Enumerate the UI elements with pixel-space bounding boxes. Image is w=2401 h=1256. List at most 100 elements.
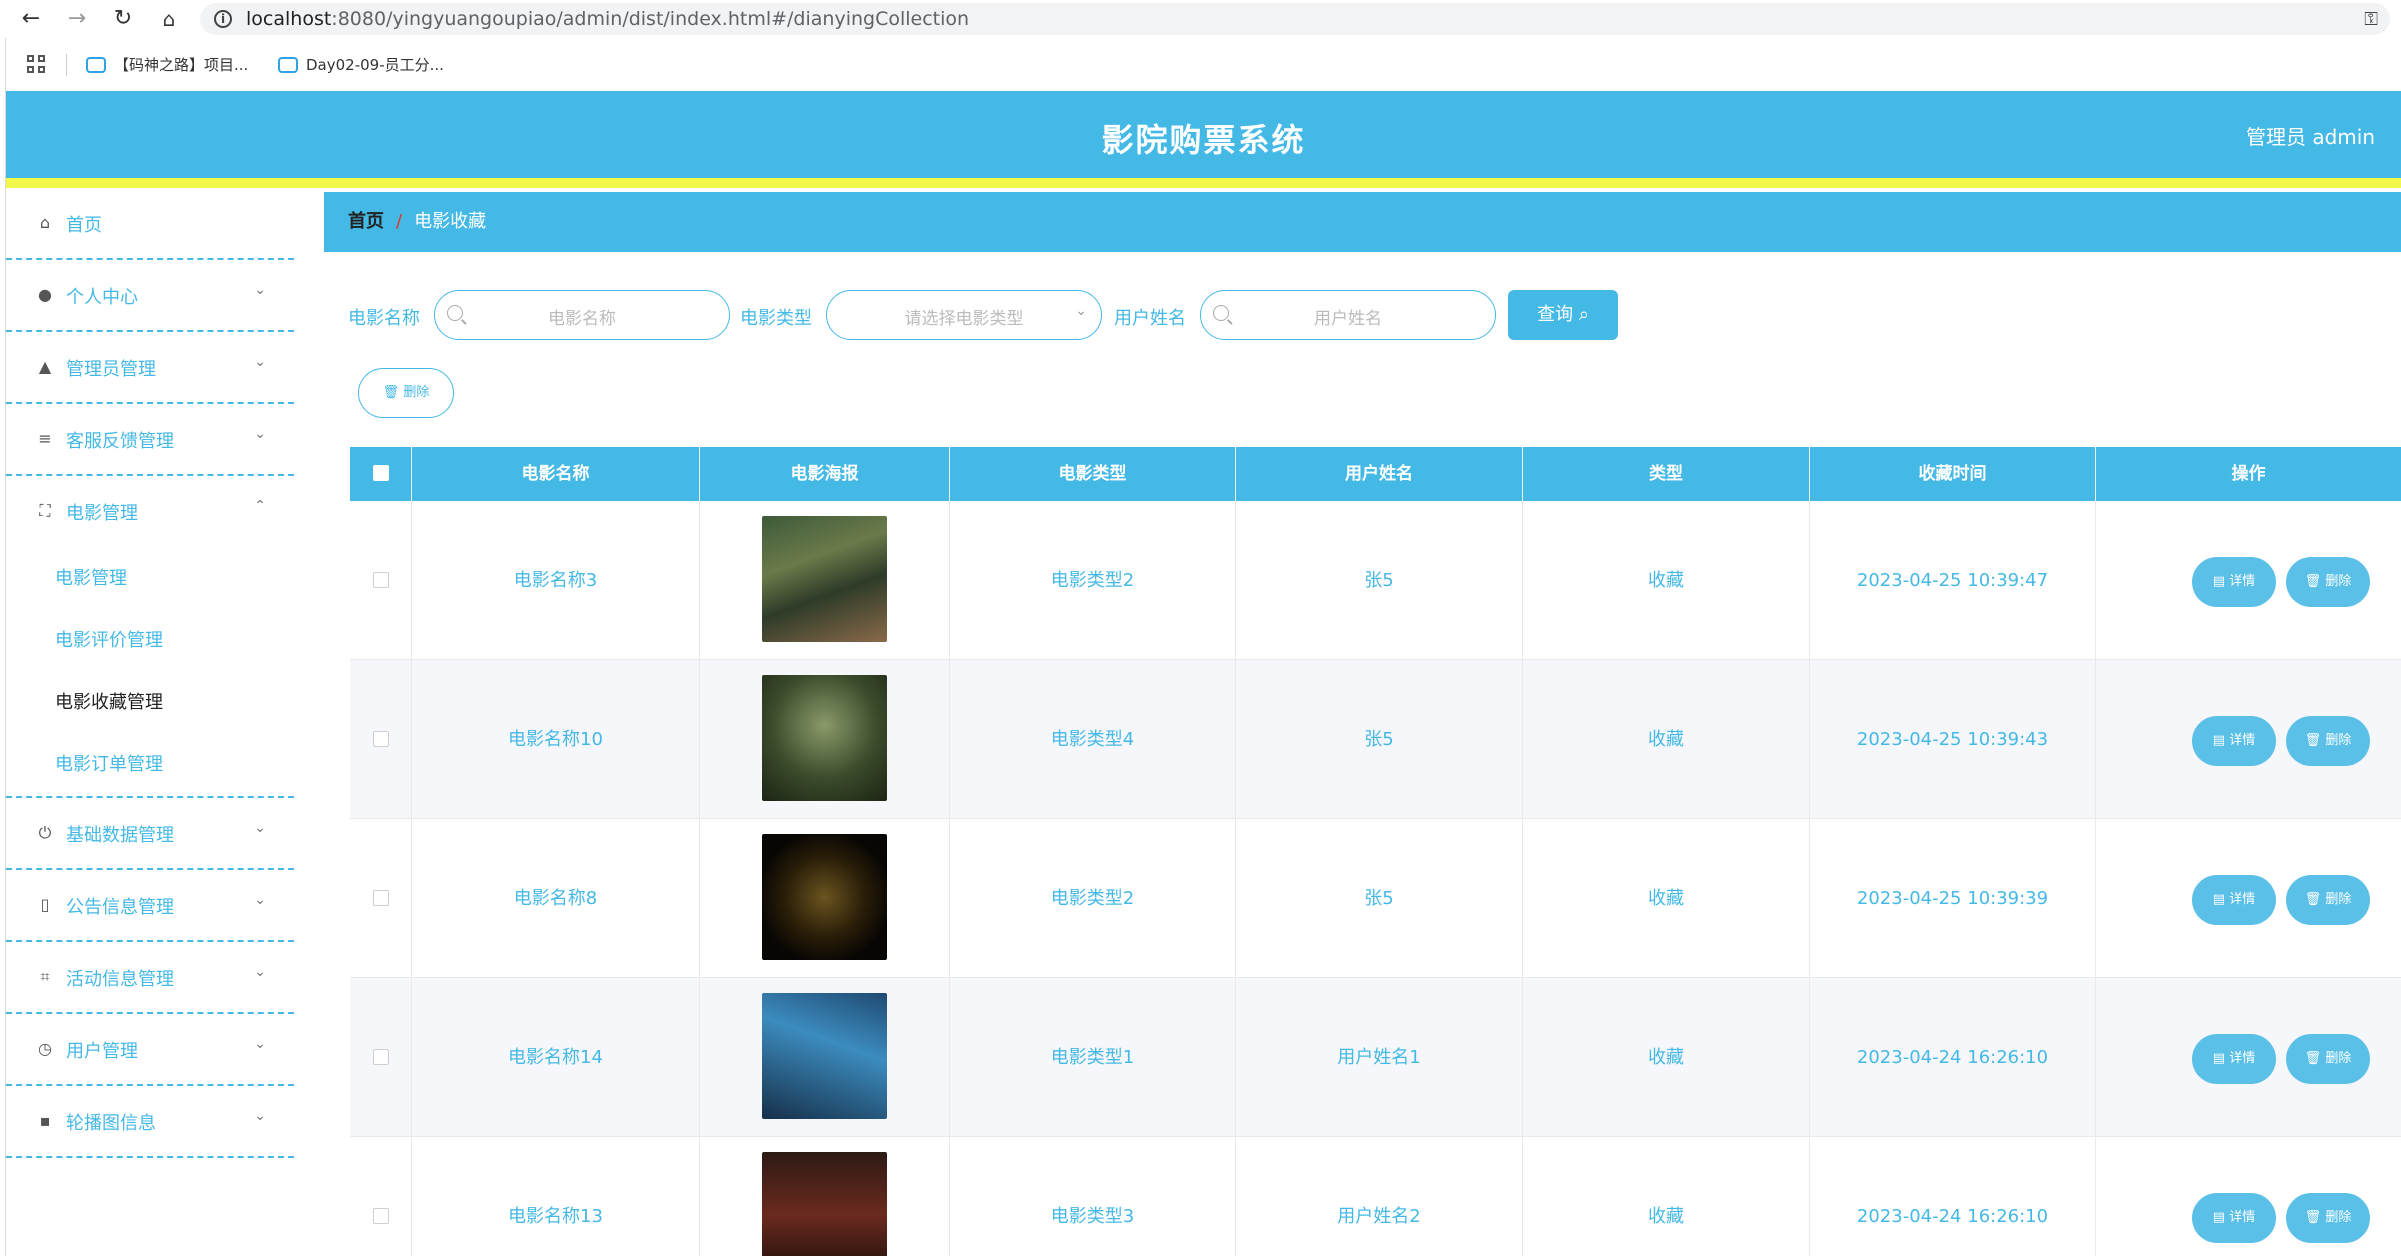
submenu-item-movie-order[interactable]: 电影订单管理 bbox=[6, 734, 294, 796]
column-header[interactable]: 类型 bbox=[1523, 447, 1810, 501]
current-user[interactable]: 管理员 admin bbox=[2246, 121, 2375, 150]
chevron-down-icon: ⌄ bbox=[254, 820, 266, 836]
movie-name-cell: 电影名称10 bbox=[412, 660, 700, 819]
breadcrumb-current: 电影收藏 bbox=[414, 211, 487, 232]
row-checkbox[interactable] bbox=[372, 890, 389, 906]
bilibili-icon bbox=[278, 57, 298, 73]
query-button[interactable]: 查询 ⌕ bbox=[1508, 290, 1618, 340]
bookmark-item[interactable]: Day02-09-员工分... bbox=[278, 52, 444, 78]
delete-button[interactable]: 🗑 删除 bbox=[2286, 875, 2370, 925]
detail-button[interactable]: ▤ 详情 bbox=[2192, 875, 2276, 925]
collect-time-cell: 2023-04-25 10:39:43 bbox=[1810, 660, 2096, 819]
sidebar-item-activity[interactable]: ⌗ 活动信息管理 ⌄ bbox=[6, 942, 294, 1014]
column-header[interactable]: 收藏时间 bbox=[1810, 447, 2096, 501]
apps-icon[interactable] bbox=[27, 55, 47, 75]
user-name-cell: 张5 bbox=[1236, 819, 1523, 978]
bookmarks-bar: 【码神之路】项目... Day02-09-员工分... bbox=[0, 48, 2401, 84]
user-name-input[interactable]: 用户姓名 bbox=[1200, 290, 1496, 340]
chevron-down-icon: ⌄ bbox=[254, 1108, 266, 1124]
movie-name-input[interactable]: 电影名称 bbox=[434, 290, 730, 340]
poster-cell bbox=[700, 1137, 950, 1256]
trash-icon: 🗑 bbox=[2304, 892, 2322, 907]
column-header[interactable]: 电影名称 bbox=[412, 447, 700, 501]
table-row[interactable]: 电影名称8 电影类型2 张5 收藏 2023-04-25 10:39:39 ▤ … bbox=[350, 819, 2401, 978]
microphone-icon: ▯ bbox=[40, 895, 50, 914]
delete-button[interactable]: 🗑 删除 bbox=[2286, 1034, 2370, 1084]
detail-button[interactable]: ▤ 详情 bbox=[2192, 716, 2276, 766]
admin-icon: ▲ bbox=[38, 357, 52, 376]
movie-type-cell: 电影类型4 bbox=[950, 660, 1236, 819]
table-row[interactable]: 电影名称10 电影类型4 张5 收藏 2023-04-25 10:39:43 ▤… bbox=[350, 660, 2401, 819]
detail-button[interactable]: ▤ 详情 bbox=[2192, 1193, 2276, 1243]
document-icon: ▤ bbox=[2212, 733, 2226, 748]
address-bar[interactable]: i localhost:8080/yingyuangoupiao/admin/d… bbox=[200, 3, 2390, 35]
collect-time-cell: 2023-04-25 10:39:47 bbox=[1810, 501, 2096, 660]
detail-button[interactable]: ▤ 详情 bbox=[2192, 1034, 2276, 1084]
sidebar-item-feedback[interactable]: ≡ 客服反馈管理 ⌄ bbox=[6, 404, 294, 476]
search-form: 电影名称 电影名称 电影类型 请选择电影类型 ⌄ 用户姓名 用户姓名 查询 ⌕ bbox=[348, 290, 1648, 340]
trash-icon: 🗑 bbox=[382, 385, 400, 400]
trash-icon: 🗑 bbox=[2304, 1051, 2322, 1066]
batch-delete-button[interactable]: 🗑 删除 bbox=[358, 368, 454, 418]
url-text: localhost:8080/yingyuangoupiao/admin/dis… bbox=[246, 8, 970, 30]
fullscreen-icon: ⛶ bbox=[39, 501, 51, 520]
movie-poster-image[interactable] bbox=[762, 834, 887, 960]
table-row[interactable]: 电影名称13 电影类型3 用户姓名2 收藏 2023-04-24 16:26:1… bbox=[350, 1137, 2401, 1256]
movie-poster-image[interactable] bbox=[762, 1152, 887, 1256]
movie-name-cell: 电影名称3 bbox=[412, 501, 700, 660]
info-icon[interactable]: i bbox=[214, 10, 232, 28]
table-row[interactable]: 电影名称14 电影类型1 用户姓名1 收藏 2023-04-24 16:26:1… bbox=[350, 978, 2401, 1137]
bookmark-item[interactable]: 【码神之路】项目... bbox=[86, 52, 248, 78]
column-header[interactable]: 电影类型 bbox=[950, 447, 1236, 501]
row-checkbox[interactable] bbox=[372, 731, 389, 747]
sidebar-item-carousel[interactable]: ▪ 轮播图信息 ⌄ bbox=[6, 1086, 294, 1158]
movie-name-label: 电影名称 bbox=[348, 308, 420, 329]
actions-cell: ▤ 详情 🗑 删除 bbox=[2096, 501, 2401, 660]
trash-icon: 🗑 bbox=[2304, 1210, 2322, 1225]
movie-poster-image[interactable] bbox=[762, 516, 887, 642]
movie-type-cell: 电影类型2 bbox=[950, 819, 1236, 978]
browser-toolbar: ← → ↻ ⌂ i localhost:8080/yingyuangoupiao… bbox=[0, 0, 2401, 38]
crop-icon: ⌗ bbox=[40, 967, 50, 986]
row-checkbox[interactable] bbox=[372, 1049, 389, 1065]
breadcrumb-home[interactable]: 首页 bbox=[348, 211, 384, 232]
sidebar-item-notice[interactable]: ▯ 公告信息管理 ⌄ bbox=[6, 870, 294, 942]
sidebar-item-admins[interactable]: ▲ 管理员管理 ⌄ bbox=[6, 332, 294, 404]
column-header[interactable]: 电影海报 bbox=[700, 447, 950, 501]
sidebar-item-profile[interactable]: ● 个人中心 ⌄ bbox=[6, 260, 294, 332]
delete-button[interactable]: 🗑 删除 bbox=[2286, 716, 2370, 766]
back-icon[interactable]: ← bbox=[18, 6, 44, 32]
sidebar-item-basic-data[interactable]: ⏻ 基础数据管理 ⌄ bbox=[6, 798, 294, 870]
sidebar-item-home[interactable]: ⌂ 首页 bbox=[6, 188, 294, 260]
breadcrumb: 首页 / 电影收藏 bbox=[324, 192, 2401, 252]
kind-cell: 收藏 bbox=[1523, 660, 1810, 819]
reload-icon[interactable]: ↻ bbox=[110, 6, 136, 32]
submenu-item-movie-manage[interactable]: 电影管理 bbox=[6, 548, 294, 610]
sidebar-item-users[interactable]: ◷ 用户管理 ⌄ bbox=[6, 1014, 294, 1086]
delete-button[interactable]: 🗑 删除 bbox=[2286, 557, 2370, 607]
home-browser-icon[interactable]: ⌂ bbox=[156, 6, 182, 32]
submenu-item-movie-review[interactable]: 电影评价管理 bbox=[6, 610, 294, 672]
collect-time-cell: 2023-04-25 10:39:39 bbox=[1810, 819, 2096, 978]
delete-button[interactable]: 🗑 删除 bbox=[2286, 1193, 2370, 1243]
row-checkbox[interactable] bbox=[372, 1208, 389, 1224]
forward-icon[interactable]: → bbox=[64, 6, 90, 32]
movie-name-cell: 电影名称13 bbox=[412, 1137, 700, 1256]
sidebar: ⌂ 首页 ● 个人中心 ⌄ ▲ 管理员管理 ⌄ ≡ 客服反馈管理 ⌄ ⛶ 电影管… bbox=[6, 188, 294, 1256]
movie-type-select[interactable]: 请选择电影类型 ⌄ bbox=[826, 290, 1102, 340]
row-checkbox[interactable] bbox=[372, 572, 389, 588]
collect-time-cell: 2023-04-24 16:26:10 bbox=[1810, 1137, 2096, 1256]
detail-button[interactable]: ▤ 详情 bbox=[2192, 557, 2276, 607]
movie-type-label: 电影类型 bbox=[740, 308, 812, 329]
chevron-down-icon: ⌄ bbox=[254, 282, 266, 298]
movie-poster-image[interactable] bbox=[762, 675, 887, 801]
key-icon[interactable]: ⚿ bbox=[2364, 9, 2378, 30]
table-row[interactable]: 电影名称3 电影类型2 张5 收藏 2023-04-25 10:39:47 ▤ … bbox=[350, 501, 2401, 660]
sidebar-item-movies[interactable]: ⛶ 电影管理 ⌃ bbox=[6, 476, 294, 548]
column-header[interactable]: 用户姓名 bbox=[1236, 447, 1523, 501]
submenu-item-movie-collection[interactable]: 电影收藏管理 bbox=[6, 672, 294, 734]
movie-poster-image[interactable] bbox=[762, 993, 887, 1119]
app-header: 影院购票系统 管理员 admin bbox=[6, 91, 2401, 178]
select-all-checkbox[interactable] bbox=[372, 465, 389, 481]
movie-name-cell: 电影名称14 bbox=[412, 978, 700, 1137]
